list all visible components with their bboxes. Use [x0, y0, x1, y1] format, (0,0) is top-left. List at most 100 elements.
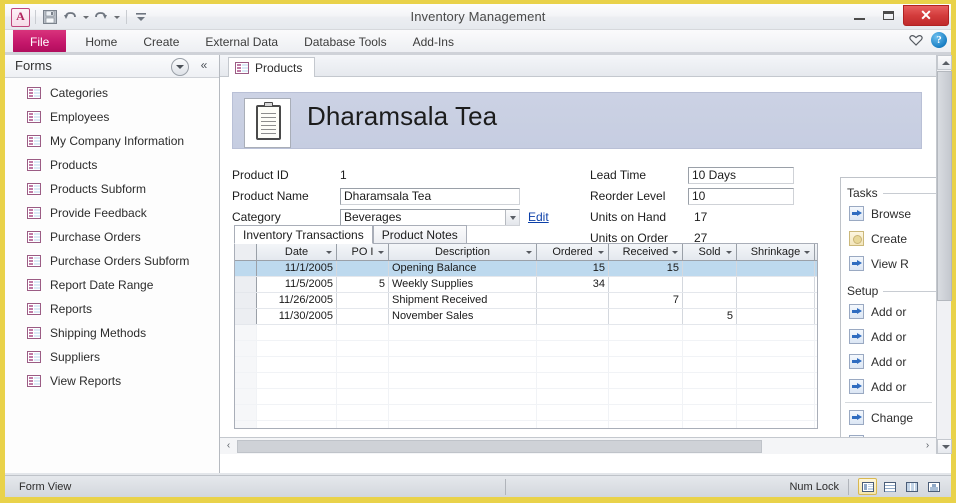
task-item-add-or-2[interactable]: Add or: [841, 324, 936, 349]
cell-sold[interactable]: [683, 277, 737, 292]
undo-dropdown-icon[interactable]: [81, 8, 90, 26]
cell-received[interactable]: [609, 277, 683, 292]
chevron-down-icon[interactable]: [804, 251, 810, 254]
column-header-shrinkage[interactable]: Shrinkage: [737, 244, 815, 260]
cell-po[interactable]: [337, 309, 389, 324]
column-header-date[interactable]: Date: [257, 244, 337, 260]
table-row-empty[interactable]: [235, 341, 817, 357]
tab-home[interactable]: Home: [72, 30, 130, 54]
datasheet-view-button[interactable]: [880, 478, 899, 495]
cell-empty[interactable]: [683, 405, 737, 420]
save-icon[interactable]: [41, 8, 59, 26]
edit-category-link[interactable]: Edit: [528, 210, 549, 224]
cell-empty[interactable]: [683, 357, 737, 372]
cell-empty[interactable]: [737, 325, 815, 340]
reorder-level-input[interactable]: 10: [688, 187, 794, 205]
cell-empty[interactable]: [257, 405, 337, 420]
table-row[interactable]: 11/5/2005 5 Weekly Supplies 34: [235, 277, 817, 293]
row-selector[interactable]: [235, 421, 257, 428]
maximize-button[interactable]: [874, 6, 903, 25]
layout-view-button[interactable]: [902, 478, 921, 495]
cell-received[interactable]: 15: [609, 261, 683, 276]
sidebar-item-employees[interactable]: Employees: [5, 105, 219, 129]
tab-inventory-transactions[interactable]: Inventory Transactions: [234, 225, 373, 244]
table-row-empty[interactable]: [235, 325, 817, 341]
cell-sold[interactable]: [683, 293, 737, 308]
cell-empty[interactable]: [257, 341, 337, 356]
cell-sold[interactable]: 5: [683, 309, 737, 324]
cell-empty[interactable]: [537, 389, 609, 404]
cell-shrinkage[interactable]: [737, 261, 815, 276]
form-vertical-scrollbar[interactable]: [936, 55, 952, 454]
cell-received[interactable]: [609, 309, 683, 324]
task-item-browse[interactable]: Browse: [841, 201, 936, 226]
cell-empty[interactable]: [537, 421, 609, 428]
cell-empty[interactable]: [257, 325, 337, 340]
cell-empty[interactable]: [737, 405, 815, 420]
undo-icon[interactable]: [61, 8, 79, 26]
cell-description[interactable]: Shipment Received: [389, 293, 537, 308]
row-selector[interactable]: [235, 309, 257, 324]
cell-empty[interactable]: [337, 341, 389, 356]
column-header-po[interactable]: PO I: [337, 244, 389, 260]
cell-ordered[interactable]: [537, 293, 609, 308]
cell-empty[interactable]: [609, 421, 683, 428]
navigation-pane-collapse-icon[interactable]: «: [196, 57, 212, 74]
cell-empty[interactable]: [389, 373, 537, 388]
favorite-heart-icon[interactable]: [908, 32, 924, 48]
task-item-add-or-3[interactable]: Add or: [841, 349, 936, 374]
sidebar-item-report-date-range[interactable]: Report Date Range: [5, 273, 219, 297]
cell-empty[interactable]: [537, 325, 609, 340]
chevron-down-icon[interactable]: [526, 251, 532, 254]
cell-empty[interactable]: [737, 357, 815, 372]
cell-empty[interactable]: [257, 373, 337, 388]
table-row-empty[interactable]: [235, 389, 817, 405]
cell-empty[interactable]: [257, 389, 337, 404]
product-image-box[interactable]: [244, 98, 291, 148]
cell-empty[interactable]: [537, 373, 609, 388]
cell-shrinkage[interactable]: [737, 293, 815, 308]
task-item-add-or-4[interactable]: Add or: [841, 374, 936, 399]
lead-time-input[interactable]: 10 Days: [688, 166, 794, 184]
redo-dropdown-icon[interactable]: [112, 8, 121, 26]
cell-empty[interactable]: [609, 389, 683, 404]
table-row-empty[interactable]: [235, 357, 817, 373]
row-selector[interactable]: [235, 261, 257, 276]
product-name-input[interactable]: Dharamsala Tea: [340, 187, 520, 205]
cell-empty[interactable]: [737, 421, 815, 428]
chevron-down-icon[interactable]: [378, 251, 384, 254]
form-view-button[interactable]: [858, 478, 877, 495]
cell-empty[interactable]: [737, 389, 815, 404]
cell-date[interactable]: 11/26/2005: [257, 293, 337, 308]
scroll-down-button[interactable]: [937, 439, 952, 454]
cell-empty[interactable]: [683, 341, 737, 356]
cell-ordered[interactable]: 34: [537, 277, 609, 292]
table-row[interactable]: 11/1/2005 Opening Balance 15 15: [235, 261, 817, 277]
column-header-received[interactable]: Received: [609, 244, 683, 260]
access-logo-icon[interactable]: A: [11, 7, 30, 27]
task-item-view-reports[interactable]: View R: [841, 251, 936, 276]
document-tab-products[interactable]: Products: [228, 57, 316, 77]
cell-empty[interactable]: [537, 405, 609, 420]
cell-date[interactable]: 11/30/2005: [257, 309, 337, 324]
cell-empty[interactable]: [683, 389, 737, 404]
cell-description[interactable]: Weekly Supplies: [389, 277, 537, 292]
close-button[interactable]: ✕: [903, 5, 949, 26]
cell-empty[interactable]: [389, 357, 537, 372]
cell-empty[interactable]: [537, 357, 609, 372]
cell-empty[interactable]: [337, 357, 389, 372]
cell-date[interactable]: 11/1/2005: [257, 261, 337, 276]
sidebar-item-reports[interactable]: Reports: [5, 297, 219, 321]
cell-empty[interactable]: [609, 325, 683, 340]
tab-external-data[interactable]: External Data: [192, 30, 291, 54]
sidebar-item-shipping-methods[interactable]: Shipping Methods: [5, 321, 219, 345]
cell-description[interactable]: Opening Balance: [389, 261, 537, 276]
minimize-button[interactable]: [845, 6, 874, 25]
row-selector[interactable]: [235, 341, 257, 356]
form-horizontal-scrollbar[interactable]: ‹ ›: [220, 437, 936, 454]
row-selector[interactable]: [235, 293, 257, 308]
cell-empty[interactable]: [389, 341, 537, 356]
row-selector[interactable]: [235, 357, 257, 372]
sidebar-item-purchase-orders-subform[interactable]: Purchase Orders Subform: [5, 249, 219, 273]
scroll-up-button[interactable]: [937, 55, 952, 70]
